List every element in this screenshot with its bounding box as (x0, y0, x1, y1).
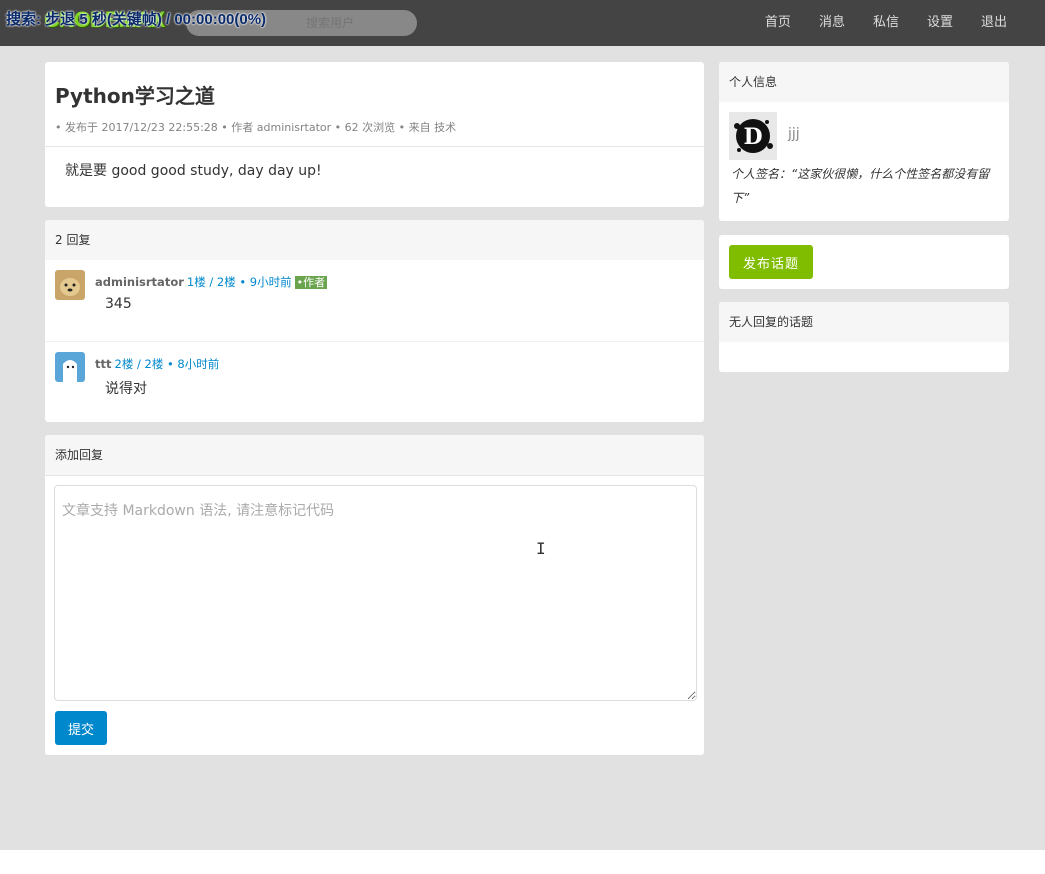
nav-settings-link[interactable]: 设置 (927, 0, 953, 46)
author-badge: •作者 (294, 276, 328, 289)
reply-author[interactable]: adminisrtator (95, 275, 184, 289)
profile-header: 个人信息 (719, 62, 1009, 102)
nav-messages-link[interactable]: 消息 (819, 0, 845, 46)
reply-item: ttt 2楼 / 2楼 • 8小时前 说得对 (45, 342, 704, 422)
submit-button[interactable]: 提交 (55, 711, 107, 745)
reply-floor[interactable]: 2楼 / 2楼 • 8小时前 (115, 357, 220, 371)
reply-author[interactable]: ttt (95, 357, 112, 371)
topic-title: Python学习之道 (55, 84, 215, 108)
topic-panel: Python学习之道 • 发布于 2017/12/23 22:55:28 • 作… (45, 62, 704, 207)
add-reply-header: 添加回复 (45, 435, 704, 475)
no-reply-topics-panel: 无人回复的话题 (719, 302, 1009, 372)
replies-panel: 2 回复 adminisrtator 1楼 / 2楼 • 9小时前 •作者 345 (45, 220, 704, 422)
profile-username[interactable]: jjj (788, 126, 800, 142)
divider (45, 146, 704, 147)
avatar[interactable] (55, 270, 85, 300)
reply-content: 说得对 (105, 381, 147, 397)
replies-header: 2 回复 (45, 220, 704, 260)
new-topic-panel: 发布话题 (719, 235, 1009, 289)
add-reply-panel: 添加回复 I 提交 (45, 435, 704, 755)
nav-home-link[interactable]: 首页 (765, 0, 791, 46)
reply-editor[interactable] (54, 485, 697, 701)
svg-text:D: D (743, 124, 762, 150)
nav-logout-link[interactable]: 退出 (981, 0, 1007, 46)
nav-links: 首页 消息 私信 设置 退出 (737, 0, 1007, 46)
text-cursor-icon: I (536, 539, 546, 558)
profile-signature: 个人签名：“这家伙很懒，什么个性签名都没有留下” (731, 167, 990, 205)
new-topic-button[interactable]: 发布话题 (729, 245, 813, 279)
no-reply-topics-header: 无人回复的话题 (719, 302, 1009, 342)
reply-meta: adminisrtator 1楼 / 2楼 • 9小时前 •作者 (95, 274, 328, 290)
divider (45, 475, 704, 476)
reply-meta: ttt 2楼 / 2楼 • 8小时前 (95, 356, 219, 372)
reply-floor[interactable]: 1楼 / 2楼 • 9小时前 (187, 275, 292, 289)
topic-body: 就是要 good good study, day day up! (65, 163, 322, 179)
profile-panel: 个人信息 D jjj 个人签名：“这家伙很懒，什么个性签名都没有留下” (719, 62, 1009, 221)
avatar[interactable] (55, 352, 85, 382)
reply-content: 345 (105, 296, 132, 312)
footer (0, 850, 1045, 874)
topic-meta: • 发布于 2017/12/23 22:55:28 • 作者 adminisrt… (55, 121, 457, 134)
nav-private-messages-link[interactable]: 私信 (873, 0, 899, 46)
avatar[interactable]: D (729, 112, 777, 160)
reply-item: adminisrtator 1楼 / 2楼 • 9小时前 •作者 345 (45, 260, 704, 340)
video-seek-overlay: 搜索: 步退 5 秒(关键帧) / 00:00:00(0%) (6, 11, 267, 28)
